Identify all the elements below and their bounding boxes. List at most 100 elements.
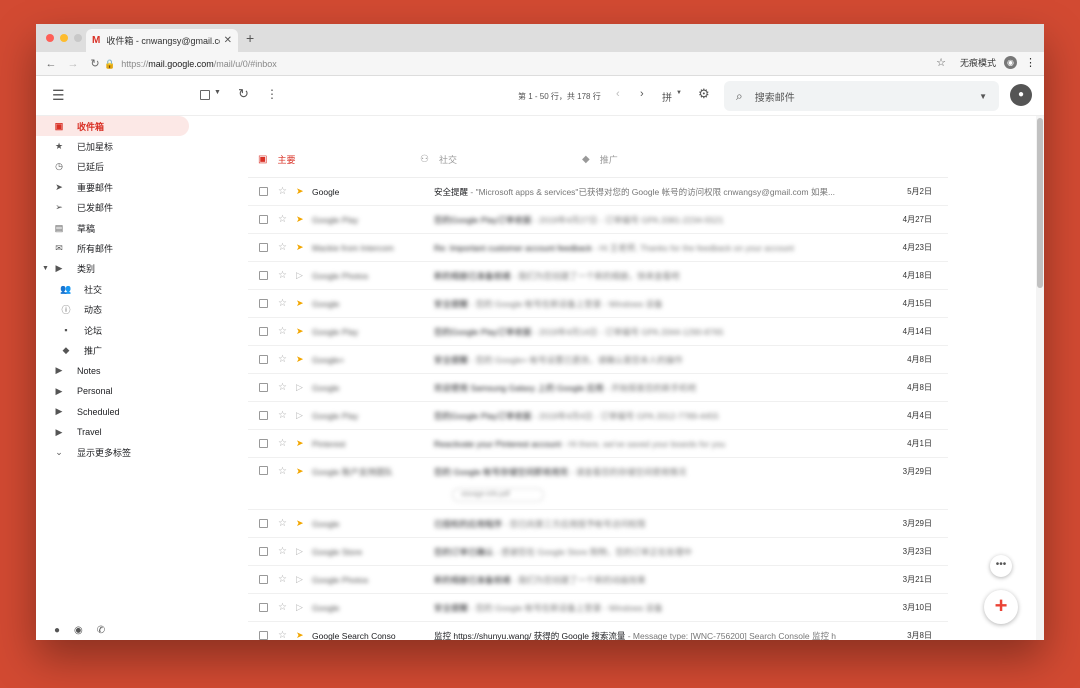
minimize-window-button[interactable]	[60, 34, 68, 42]
sidebar-item[interactable]: ⓘ 动态	[36, 300, 236, 320]
search-input[interactable]: 搜索邮件	[755, 89, 979, 104]
scrollbar-thumb[interactable]	[1037, 118, 1043, 288]
row-checkbox[interactable]	[259, 271, 268, 280]
new-tab-button[interactable]: +	[246, 30, 254, 46]
star-icon[interactable]: ☆	[278, 574, 288, 585]
email-row[interactable]: ☆ ➤ Google 安全提醒 - 您的 Google 帐号在新设备上登录 - Win…	[248, 290, 948, 318]
phone-icon[interactable]: ✆	[97, 625, 105, 636]
sidebar-item[interactable]: ▼ ▶ 类别	[36, 259, 236, 279]
browser-menu-icon[interactable]: ⋮	[1025, 56, 1036, 69]
star-icon[interactable]: ☆	[278, 270, 288, 281]
important-marker-icon[interactable]: ▷	[296, 410, 306, 421]
email-row[interactable]: ☆ ▷ Google 安全提醒 - 您的 Google 帐号在新设备上登录 - Win…	[248, 594, 948, 622]
star-icon[interactable]: ☆	[278, 546, 288, 557]
sidebar-item[interactable]: ➤ 重要邮件	[36, 177, 236, 197]
row-checkbox[interactable]	[259, 243, 268, 252]
email-row[interactable]: ☆ ➤ Google Search Conso 监控 https://shunyu.w…	[248, 622, 948, 640]
search-bar[interactable]: ⌕ 搜索邮件 ▼	[724, 81, 999, 111]
important-marker-icon[interactable]: ▷	[296, 382, 306, 393]
important-marker-icon[interactable]: ➤	[296, 630, 306, 640]
email-row[interactable]: ☆ ▷ Google Photos 新的相册已准备就绪 - 我们为您创建了一个新的动画…	[248, 566, 948, 594]
star-icon[interactable]: ☆	[278, 466, 288, 477]
more-actions-icon[interactable]: ⋮	[266, 87, 278, 101]
search-options-dropdown-icon[interactable]: ▼	[979, 92, 987, 101]
url-field[interactable]: 🔒 https:// mail.google.com /mail/u/0/#in…	[104, 55, 970, 73]
sidebar-item[interactable]: 👥 社交	[36, 279, 236, 299]
row-checkbox[interactable]	[259, 383, 268, 392]
email-row[interactable]: ☆ ▷ Google Store 您的订单已确认 - 感谢您在 Google Stor…	[248, 538, 948, 566]
star-icon[interactable]: ☆	[278, 518, 288, 529]
tab-promotions[interactable]: ◆ 推广	[572, 153, 734, 166]
sidebar-item[interactable]: ▶ Travel	[36, 422, 236, 442]
star-icon[interactable]: ☆	[278, 354, 288, 365]
attachment-chip[interactable]: storage-info.pdf	[452, 488, 544, 502]
important-marker-icon[interactable]: ➤	[296, 298, 306, 309]
tab-social[interactable]: ⚇ 社交	[410, 153, 572, 166]
sidebar-item[interactable]: ▶ Scheduled	[36, 401, 236, 421]
sidebar-item[interactable]: ▶ Notes	[36, 361, 236, 381]
sidebar-item[interactable]: ◆ 推广	[36, 340, 236, 360]
important-marker-icon[interactable]: ▷	[296, 574, 306, 585]
sidebar-item[interactable]: ▣ 收件箱	[36, 116, 189, 137]
sidebar-item[interactable]: ➢ 已发邮件	[36, 198, 236, 218]
input-tools-button[interactable]: 拼	[662, 89, 672, 104]
important-marker-icon[interactable]: ▷	[296, 546, 306, 557]
expand-caret-icon[interactable]: ▼	[42, 265, 49, 272]
row-checkbox[interactable]	[259, 575, 268, 584]
email-row[interactable]: ☆ ▷ Google 欢迎使用 Samsung Galaxy 上的 Google 应用…	[248, 374, 948, 402]
star-icon[interactable]: ☆	[278, 602, 288, 613]
important-marker-icon[interactable]: ▷	[296, 270, 306, 281]
star-icon[interactable]: ☆	[278, 214, 288, 225]
row-checkbox[interactable]	[259, 411, 268, 420]
email-row[interactable]: ☆ ▷ Google Photos 新的相册已准备就绪 - 我们为您创建了一个新的相册…	[248, 262, 948, 290]
email-row[interactable]: ☆ ➤ Mackie from Intercom Re: Important cust…	[248, 234, 948, 262]
star-icon[interactable]: ☆	[278, 630, 288, 640]
select-all-checkbox[interactable]	[200, 90, 210, 100]
star-icon[interactable]: ☆	[278, 410, 288, 421]
row-checkbox[interactable]	[259, 355, 268, 364]
select-dropdown-icon[interactable]: ▼	[214, 89, 221, 96]
back-arrow-icon[interactable]: ←	[40, 58, 62, 70]
scrollbar[interactable]	[1036, 116, 1044, 640]
email-row[interactable]: ☆ ➤ Google 安全提醒 - "Microsoft apps & service…	[248, 178, 948, 206]
important-marker-icon[interactable]: ➤	[296, 186, 306, 197]
star-icon[interactable]: ☆	[278, 326, 288, 337]
row-checkbox[interactable]	[259, 603, 268, 612]
bookmark-star-icon[interactable]: ☆	[936, 56, 946, 69]
email-row[interactable]: ☆ ➤ Google+ 安全提醒 - 您的 Google+ 帐号设置已更改，请确认是您…	[248, 346, 948, 374]
sidebar-item[interactable]: ★ 已加星标	[36, 136, 236, 156]
sidebar-item[interactable]: ✉ 所有邮件	[36, 238, 236, 258]
sidebar-item[interactable]: ▶ Personal	[36, 381, 236, 401]
star-icon[interactable]: ☆	[278, 186, 288, 197]
hangouts-icon[interactable]: ◉	[74, 625, 83, 636]
incognito-icon[interactable]: ◉	[1004, 56, 1017, 69]
contacts-icon[interactable]: ●	[54, 625, 60, 636]
star-icon[interactable]: ☆	[278, 242, 288, 253]
input-tools-dropdown-icon[interactable]: ▼	[676, 90, 682, 96]
browser-tab[interactable]: M 收件箱 - cnwangsy@gmail.com ✕	[86, 29, 238, 52]
row-checkbox[interactable]	[259, 519, 268, 528]
sidebar-item[interactable]: ⌄ 显示更多标签	[36, 442, 236, 462]
main-menu-icon[interactable]: ☰	[52, 87, 65, 104]
reload-icon[interactable]: ↻	[84, 57, 106, 70]
close-window-button[interactable]	[46, 34, 54, 42]
row-checkbox[interactable]	[259, 547, 268, 556]
row-checkbox[interactable]	[259, 187, 268, 196]
email-row[interactable]: ☆ ➤ Google Play 您的Google Play订单收据 - 2019年4月…	[248, 206, 948, 234]
star-icon[interactable]: ☆	[278, 382, 288, 393]
important-marker-icon[interactable]: ➤	[296, 242, 306, 253]
compose-button[interactable]: +	[984, 590, 1018, 624]
prev-page-icon[interactable]: ‹	[616, 88, 620, 100]
account-avatar[interactable]: ●	[1010, 84, 1032, 106]
email-row[interactable]: ☆ ➤ Google Play 您的Google Play订单收据 - 2019年4月…	[248, 318, 948, 346]
row-checkbox[interactable]	[259, 631, 268, 640]
row-checkbox[interactable]	[259, 299, 268, 308]
settings-gear-icon[interactable]: ⚙	[698, 86, 710, 102]
important-marker-icon[interactable]: ▷	[296, 602, 306, 613]
email-row[interactable]: ☆ ➤ Google 账户支持团队 您的 Google 帐号存储空间即将用完 - 请查…	[248, 458, 948, 510]
side-panel-more-button[interactable]: •••	[990, 555, 1012, 577]
refresh-icon[interactable]: ↻	[238, 86, 249, 102]
important-marker-icon[interactable]: ➤	[296, 354, 306, 365]
forward-arrow-icon[interactable]: →	[62, 58, 84, 70]
row-checkbox[interactable]	[259, 215, 268, 224]
